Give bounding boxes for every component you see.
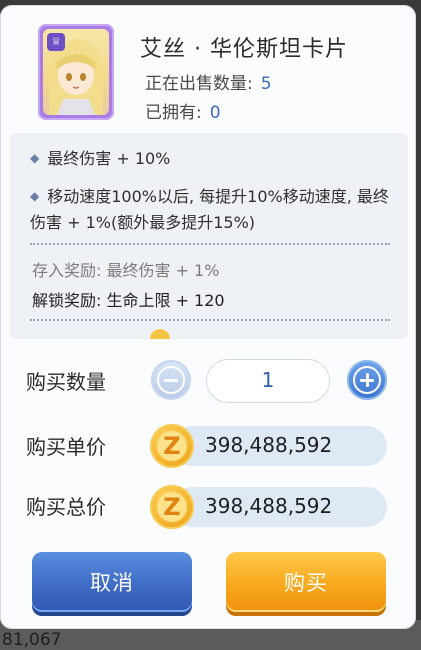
on-sale-count: 正在出售数量: 5 <box>145 69 272 94</box>
cancel-button[interactable]: 取消 <box>32 552 192 612</box>
total-price-value: 398,488,592 <box>205 494 333 518</box>
buy-button[interactable]: 购买 <box>226 552 386 612</box>
quantity-input[interactable]: 1 <box>206 359 330 403</box>
plus-icon <box>353 366 381 394</box>
effect-text: 最终伤害 + 10% <box>47 149 171 168</box>
zeny-coin-icon: Z <box>150 424 194 468</box>
decrease-quantity-button[interactable] <box>151 360 191 400</box>
quantity-label: 购买数量 <box>26 370 106 394</box>
total-price-label: 购买总价 <box>26 495 106 519</box>
scroll-peek-coin-icon <box>150 329 170 339</box>
on-sale-value: 5 <box>260 74 272 94</box>
card-avatar: ♕ <box>38 24 114 120</box>
unlock-reward: 解锁奖励: 生命上限 + 120 <box>32 291 225 310</box>
owned-value: 0 <box>209 103 221 123</box>
purchase-card-dialog: ♕ 艾丝 · 华伦斯坦卡片 正在出售数量: 5 已拥有: 0 ◆ 最终伤害 + 10%… <box>0 5 416 629</box>
store-reward: 存入奖励: 最终伤害 + 1% <box>32 261 220 280</box>
card-effects-panel: ◆ 最终伤害 + 10% ◆ 移动速度100%以后, 每提升10%移动速度, 最终伤… <box>10 133 408 339</box>
zeny-coin-icon: Z <box>150 485 194 529</box>
owned-count: 已拥有: 0 <box>145 98 221 123</box>
diamond-bullet-icon: ◆ <box>30 151 40 165</box>
minus-icon <box>157 366 185 394</box>
diamond-bullet-icon: ◆ <box>30 189 40 203</box>
effect-item: ◆ 移动速度100%以后, 每提升10%移动速度, 最终伤害 + 1%(额外最多提… <box>30 183 390 236</box>
card-title: 艾丝 · 华伦斯坦卡片 <box>140 37 348 62</box>
on-sale-label: 正在出售数量: <box>145 74 253 94</box>
character-portrait: ♕ <box>43 29 109 115</box>
dotted-divider <box>30 319 390 321</box>
dotted-divider <box>30 243 390 245</box>
background-number: 81,067 <box>2 630 62 650</box>
effect-item: ◆ 最终伤害 + 10% <box>30 145 170 172</box>
increase-quantity-button[interactable] <box>347 360 387 400</box>
unit-price-value: 398,488,592 <box>205 433 333 457</box>
unit-price-label: 购买单价 <box>26 435 106 459</box>
effect-text: 移动速度100%以后, 每提升10%移动速度, 最终伤害 + 1%(额外最多提升… <box>30 187 389 232</box>
owned-label: 已拥有: <box>145 103 202 123</box>
card-tier-icon: ♕ <box>47 33 65 51</box>
